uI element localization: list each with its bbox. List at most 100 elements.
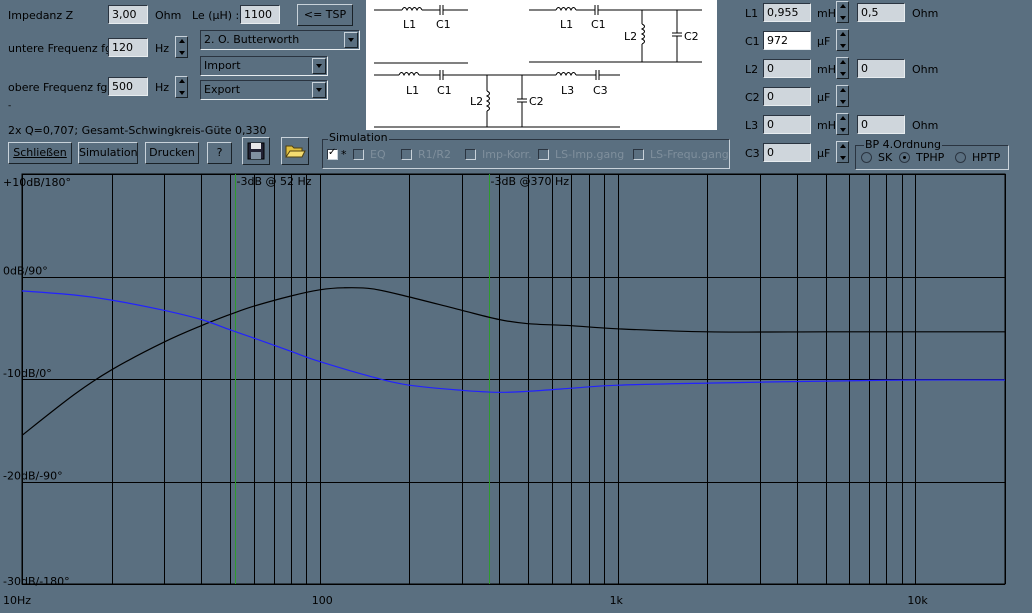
tsp-button[interactable]: <= TSP xyxy=(297,4,353,26)
l2-unit: mH xyxy=(817,63,836,76)
l1-input[interactable]: 0,955 xyxy=(763,3,811,22)
sim-label-ls-frequ: LS-Frequ.gang xyxy=(650,148,729,161)
l3-spinner[interactable] xyxy=(836,113,849,135)
l1-resistance-unit: Ohm xyxy=(912,7,939,20)
import-value: Import xyxy=(204,59,241,72)
help-button[interactable]: ? xyxy=(207,142,232,164)
save-button[interactable] xyxy=(242,137,270,165)
circuit-c-c1: C1 xyxy=(437,84,452,97)
fgu-label: untere Frequenz fgu xyxy=(8,42,119,55)
export-select[interactable]: Export xyxy=(200,80,328,100)
l1-name: L1 xyxy=(745,7,759,20)
circuit-c-c2: C2 xyxy=(529,95,544,108)
fgo-input[interactable]: 500 xyxy=(108,77,148,96)
radio-sk[interactable] xyxy=(861,152,872,163)
circuit-b-c2: C2 xyxy=(684,30,699,43)
c1-spinner[interactable] xyxy=(836,29,849,51)
l3-input[interactable]: 0 xyxy=(763,115,811,134)
chevron-down-icon[interactable] xyxy=(344,32,358,48)
sim-checkbox-r1r2[interactable] xyxy=(401,149,412,160)
sim-label-ls-imp: LS-Imp.gang xyxy=(555,148,625,161)
radio-tphp-label: TPHP xyxy=(916,151,945,164)
sim-label-star: * xyxy=(341,148,347,161)
chevron-down-icon[interactable] xyxy=(312,82,326,98)
radio-hptp-label: HPTP xyxy=(972,151,1001,164)
circuit-a-l1: L1 xyxy=(403,18,417,31)
sim-checkbox-imp-korr[interactable] xyxy=(465,149,476,160)
fgo-unit: Hz xyxy=(155,81,170,94)
simulation-group-title: Simulation xyxy=(328,131,389,144)
c3-name: C3 xyxy=(745,147,760,160)
y-tick-label: 0dB/90° xyxy=(3,265,48,278)
chevron-down-icon[interactable] xyxy=(312,58,326,74)
fgu-unit: Hz xyxy=(155,42,170,55)
radio-tphp[interactable] xyxy=(899,152,910,163)
le-label: Le (µH) : xyxy=(192,9,240,22)
circuit-c-l3: L3 xyxy=(561,84,575,97)
circuit-diagram: L1 C1 L1 C1 L2 C2 L1 C1 L2 C2 L3 C3 xyxy=(366,0,717,130)
fgu-input[interactable]: 120 xyxy=(108,38,148,57)
l3-name: L3 xyxy=(745,119,759,132)
circuit-a-c1: C1 xyxy=(436,18,451,31)
circuit-b-l2: L2 xyxy=(624,30,638,43)
sim-label-eq: EQ xyxy=(370,148,386,161)
magnitude-curve xyxy=(21,287,1005,436)
c3-unit: µF xyxy=(817,147,831,160)
cutoff-marker-label: -3dB @ 52 Hz xyxy=(237,175,312,188)
sim-checkbox-ls-imp[interactable] xyxy=(538,149,549,160)
x-tick-label: 10Hz xyxy=(3,594,31,607)
y-tick-label: -20dB/-90° xyxy=(3,470,63,483)
l3-resistance-unit: Ohm xyxy=(912,119,939,132)
sim-label-imp-korr: Imp-Korr. xyxy=(482,148,532,161)
l1-spinner[interactable] xyxy=(836,1,849,23)
l1-resistance-input[interactable]: 0,5 xyxy=(857,3,905,22)
y-tick-label: +10dB/180° xyxy=(3,176,71,189)
le-input[interactable]: 1100 xyxy=(240,5,280,24)
floppy-disk-icon xyxy=(247,142,265,160)
l1-unit: mH xyxy=(817,7,836,20)
y-tick-label: -30dB/-180° xyxy=(3,575,70,588)
c1-unit: µF xyxy=(817,35,831,48)
export-value: Export xyxy=(204,83,241,96)
c3-input[interactable]: 0 xyxy=(763,143,811,162)
status-dot: - xyxy=(8,101,12,111)
l2-name: L2 xyxy=(745,63,759,76)
sim-checkbox-ls-frequ[interactable] xyxy=(633,149,644,160)
circuit-c-c3: C3 xyxy=(593,84,608,97)
radio-hptp[interactable] xyxy=(955,152,966,163)
print-button[interactable]: Drucken xyxy=(145,142,199,164)
sim-checkbox-star[interactable] xyxy=(327,147,338,160)
frequency-response-chart: -3dB @ 52 Hz -3dB @370 Hz +10dB/180° 0dB/9… xyxy=(3,173,1006,607)
l2-resistance-input[interactable]: 0 xyxy=(857,59,905,78)
x-tick-label: 1k xyxy=(610,594,624,607)
c3-spinner[interactable] xyxy=(836,141,849,163)
circuit-c-l2: L2 xyxy=(470,95,484,108)
sim-checkbox-eq[interactable] xyxy=(353,149,364,160)
l2-input[interactable]: 0 xyxy=(763,59,811,78)
import-select[interactable]: Import xyxy=(200,56,328,76)
filter-type-select[interactable]: 2. O. Butterworth xyxy=(200,30,360,50)
simulation-button[interactable]: Simulation xyxy=(78,142,138,164)
l3-unit: mH xyxy=(817,119,836,132)
c1-name: C1 xyxy=(745,35,760,48)
close-button[interactable]: Schließen xyxy=(8,142,72,164)
l3-resistance-input[interactable]: 0 xyxy=(857,115,905,134)
c2-spinner[interactable] xyxy=(836,85,849,107)
circuit-b-c1: C1 xyxy=(591,18,606,31)
c2-unit: µF xyxy=(817,91,831,104)
impedance-label: Impedanz Z xyxy=(8,9,74,22)
fgo-spinner[interactable] xyxy=(175,76,188,98)
c2-input[interactable]: 0 xyxy=(763,87,811,106)
open-folder-icon xyxy=(285,145,306,158)
l2-resistance-unit: Ohm xyxy=(912,63,939,76)
bp-group-title: BP 4.Ordnung xyxy=(864,138,943,151)
l2-spinner[interactable] xyxy=(836,57,849,79)
impedance-input[interactable]: 3,00 xyxy=(108,5,148,24)
radio-sk-label: SK xyxy=(878,151,893,164)
fgo-label: obere Frequenz fgo xyxy=(8,81,115,94)
cutoff-marker-label: -3dB @370 Hz xyxy=(491,175,570,188)
fgu-spinner[interactable] xyxy=(175,36,188,58)
circuit-c-l1: L1 xyxy=(406,84,420,97)
open-button[interactable] xyxy=(281,137,309,165)
c1-input[interactable]: 972 xyxy=(763,31,811,50)
